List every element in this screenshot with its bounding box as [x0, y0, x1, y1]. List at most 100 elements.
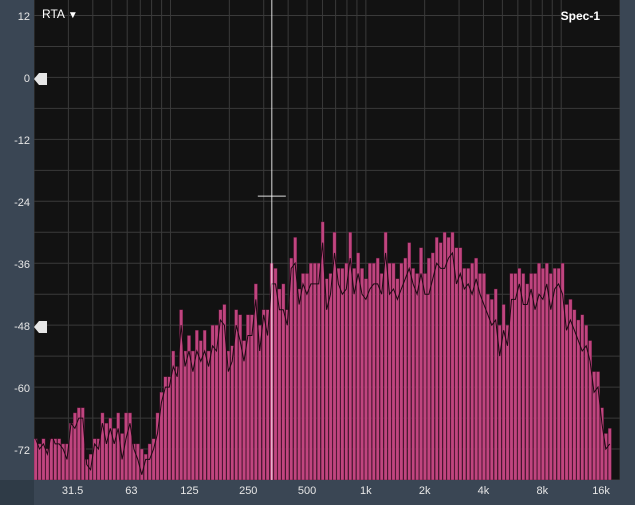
spectrum-bar: [313, 263, 317, 480]
x-tick-label: 63: [125, 485, 138, 497]
spectrum-bar: [143, 454, 148, 480]
spectrum-bar: [434, 237, 439, 480]
spectrum-bar: [112, 428, 117, 480]
y-tick-label: 12: [17, 11, 30, 24]
spectrum-bar: [564, 304, 569, 480]
spectrum-bar: [391, 263, 396, 480]
spectrum-bar: [513, 273, 518, 480]
spectrum-bar: [100, 412, 105, 480]
spectrum-bar: [352, 268, 356, 480]
spectrum-title: Spec-1: [560, 9, 600, 23]
spectrum-bar: [277, 288, 282, 480]
spectrum-bar: [580, 314, 585, 480]
spectrum-bar: [415, 273, 419, 480]
spectrum-bar: [486, 294, 490, 480]
spectrum-bar: [218, 309, 223, 480]
spectrum-bar: [285, 309, 290, 480]
spectrum-bar: [108, 417, 113, 480]
spectrum-plot[interactable]: RTA ▼ Spec-1: [34, 0, 620, 480]
spectrum-bar: [356, 252, 360, 480]
spectrum-bar: [309, 263, 313, 480]
x-tick-label: 250: [239, 485, 258, 497]
spectrum-bar: [328, 273, 333, 480]
spectrum-bar: [462, 268, 467, 480]
spectrum-bar: [368, 263, 372, 480]
spectrum-bar: [104, 423, 109, 480]
spectrum-bar: [505, 325, 510, 480]
spectrum-bar: [442, 232, 447, 480]
spectrum-bar: [49, 438, 54, 480]
spectrum-bar: [136, 443, 140, 480]
spectrum-bar: [411, 268, 415, 480]
spectrum-bar: [316, 263, 321, 480]
y-tick-label: -60: [14, 383, 30, 396]
spectrum-bar: [423, 273, 427, 480]
y-tick-label: 0: [23, 73, 30, 86]
spectrum-bar: [458, 247, 463, 480]
spectrum-bar: [336, 268, 341, 480]
x-tick-label: 4k: [477, 485, 490, 497]
spectrum-bar: [556, 268, 561, 480]
spectrum-bar: [438, 242, 443, 480]
spectrum-bar: [344, 263, 349, 480]
spectrum-bar: [407, 242, 412, 480]
spectrum-bar: [517, 268, 522, 480]
y-tick-label: -12: [14, 135, 30, 148]
spectrum-bar: [600, 407, 604, 480]
spectrum-bar: [608, 428, 612, 480]
spectrum-bar: [53, 438, 58, 480]
spectrum-bar: [450, 232, 455, 480]
spectrum-bar: [360, 268, 364, 480]
x-tick-label: 1k: [360, 485, 372, 497]
x-tick-label: 125: [180, 485, 199, 497]
y-tick-label: -48: [14, 321, 30, 334]
spectrum-bar: [419, 247, 423, 480]
spectrum-bar: [183, 350, 187, 480]
spectrum-bar: [242, 340, 246, 480]
spectrum-bar: [478, 273, 482, 480]
spectrum-bar: [167, 376, 172, 480]
spectrum-bar: [340, 268, 345, 480]
spectrum-bar: [116, 412, 121, 480]
spectrum-bar: [147, 443, 152, 480]
spectrum-bar: [493, 288, 498, 480]
spectrum-bar: [446, 237, 451, 480]
rta-mode-dropdown[interactable]: RTA ▼: [42, 7, 78, 21]
spectrum-bar: [379, 273, 384, 480]
spectrum-bar: [206, 350, 211, 480]
spectrum-bar: [395, 278, 400, 480]
spectrum-bar: [96, 438, 101, 480]
spectrum-svg: [34, 0, 620, 480]
x-tick-label: 8k: [536, 485, 549, 497]
spectrum-bar: [273, 268, 278, 480]
spectrum-bar: [305, 273, 309, 480]
spectrum-bar: [552, 268, 557, 480]
spectrum-bar: [403, 257, 408, 480]
spectrum-bar: [431, 252, 435, 480]
spectrum-bar: [128, 412, 132, 480]
spectrum-bar: [73, 412, 77, 480]
upper-threshold-marker[interactable]: [34, 73, 47, 86]
y-tick-label: -24: [14, 197, 30, 210]
right-gutter: [620, 0, 635, 505]
x-tick-label: 500: [297, 485, 317, 497]
spectrum-bar: [572, 309, 577, 480]
spectrum-bar: [375, 257, 380, 480]
spectrum-bar: [289, 257, 294, 480]
y-tick-label: -72: [14, 445, 30, 458]
x-tick-label: 31.5: [61, 485, 84, 497]
x-axis: 31.5 63 125 250 500 1k 2k 4k 8k 16k: [34, 480, 620, 505]
spectrum-bar: [490, 299, 494, 480]
spectrum-bar: [297, 288, 301, 480]
spectrum-bar: [175, 366, 180, 480]
y-tick-label: -36: [14, 259, 30, 272]
y-axis: 12 0 -12 -24 -36 -48 -60 -72: [0, 0, 47, 480]
spectrum-bar: [387, 263, 392, 480]
spectrum-bar: [34, 438, 38, 480]
x-tick-label: 16k: [592, 485, 610, 497]
spectrum-bar: [372, 263, 376, 480]
spectrum-bar: [250, 314, 254, 480]
spectrum-bar: [139, 448, 144, 480]
lower-threshold-marker[interactable]: [34, 321, 47, 334]
spectrum-bar: [545, 263, 549, 480]
